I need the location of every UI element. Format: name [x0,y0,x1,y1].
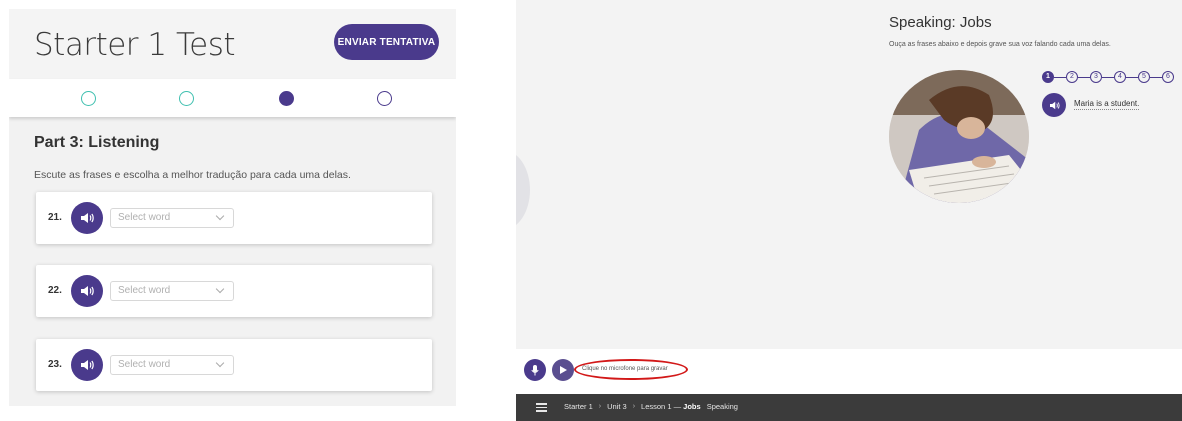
play-audio-button[interactable] [71,275,103,307]
speaking-panel: Speaking: Jobs Ouça as frases abaixo e d… [516,0,1182,421]
question-number: 23. [48,359,62,370]
sentence-text[interactable]: Maria is a student. [1074,99,1140,110]
page-title: Starter 1 Test [34,27,236,63]
word-select-value: Select word [118,212,171,223]
sentence-step[interactable]: 3 [1090,71,1102,83]
record-button[interactable] [524,359,546,381]
play-icon [559,366,567,374]
activity-photo [889,70,1029,203]
play-audio-button[interactable] [71,349,103,381]
question-number: 21. [48,212,62,223]
play-audio-button[interactable] [71,202,103,234]
chevron-right-icon: › [598,403,602,410]
chevron-down-icon [215,358,225,368]
sentence-step[interactable]: 4 [1114,71,1126,83]
chevron-down-icon [215,211,225,221]
word-select[interactable]: Select word [110,208,234,228]
breadcrumb-lesson-topic: Jobs [683,402,701,411]
sentence-step[interactable]: 6 [1162,71,1174,83]
student-reading-image [889,70,1029,203]
breadcrumb-unit[interactable]: Unit 3 [607,402,627,411]
sentence-step[interactable]: 5 [1138,71,1150,83]
question-card: 23. Select word [36,339,432,391]
menu-icon[interactable] [536,403,547,412]
recording-bar: Clique no microfone para gravar [516,349,1182,394]
breadcrumb-lesson-label: Lesson 1 — [641,402,682,411]
playback-button[interactable] [552,359,574,381]
sentence-stepper: 1 2 3 4 5 6 [1042,71,1182,85]
part-title: Part 3: Listening [34,134,160,151]
word-select[interactable]: Select word [110,281,234,301]
step-connector [1054,77,1066,78]
chevron-right-icon: › [632,403,636,410]
speaker-icon [1049,101,1060,109]
sentence-step[interactable]: 2 [1066,71,1078,83]
test-panel: Starter 1 Test ENVIAR TENTATIVA Part 3: … [9,9,456,406]
activity-instructions: Ouça as frases abaixo e depois grave sua… [889,41,1111,48]
word-select-value: Select word [118,285,171,296]
test-header: Starter 1 Test ENVIAR TENTATIVA [9,9,456,79]
part-instructions: Escute as frases e escolha a melhor trad… [34,169,351,181]
word-select[interactable]: Select word [110,355,234,375]
word-select-value: Select word [118,359,171,370]
breadcrumb-lesson[interactable]: Lesson 1 — Jobs [641,402,701,411]
chevron-down-icon [215,284,225,294]
breadcrumb-course[interactable]: Starter 1 [564,402,593,411]
play-sentence-button[interactable] [1042,93,1066,117]
step-indicator-2[interactable] [179,91,194,106]
breadcrumb: Starter 1 › Unit 3 › Lesson 1 — Jobs Spe… [564,402,738,411]
question-card: 22. Select word [36,265,432,317]
question-card: 21. Select word [36,192,432,244]
activity-title: Speaking: Jobs [889,14,992,31]
submit-attempt-button[interactable]: ENVIAR TENTATIVA [334,24,439,60]
step-connector [1102,77,1114,78]
previous-activity-handle[interactable] [516,150,530,230]
breadcrumb-activity: Speaking [706,402,738,411]
step-connector [1150,77,1162,78]
highlight-annotation [574,359,688,380]
section-progress [9,79,456,117]
step-connector [1126,77,1138,78]
step-connector [1078,77,1090,78]
microphone-icon [531,364,539,375]
speaker-icon [81,213,94,223]
footer-navigation: Starter 1 › Unit 3 › Lesson 1 — Jobs Spe… [516,394,1182,421]
step-indicator-1[interactable] [81,91,96,106]
sentence-step[interactable]: 1 [1042,71,1054,83]
step-indicator-3[interactable] [279,91,294,106]
step-indicator-4[interactable] [377,91,392,106]
speaker-icon [81,286,94,296]
question-number: 22. [48,285,62,296]
speaker-icon [81,360,94,370]
